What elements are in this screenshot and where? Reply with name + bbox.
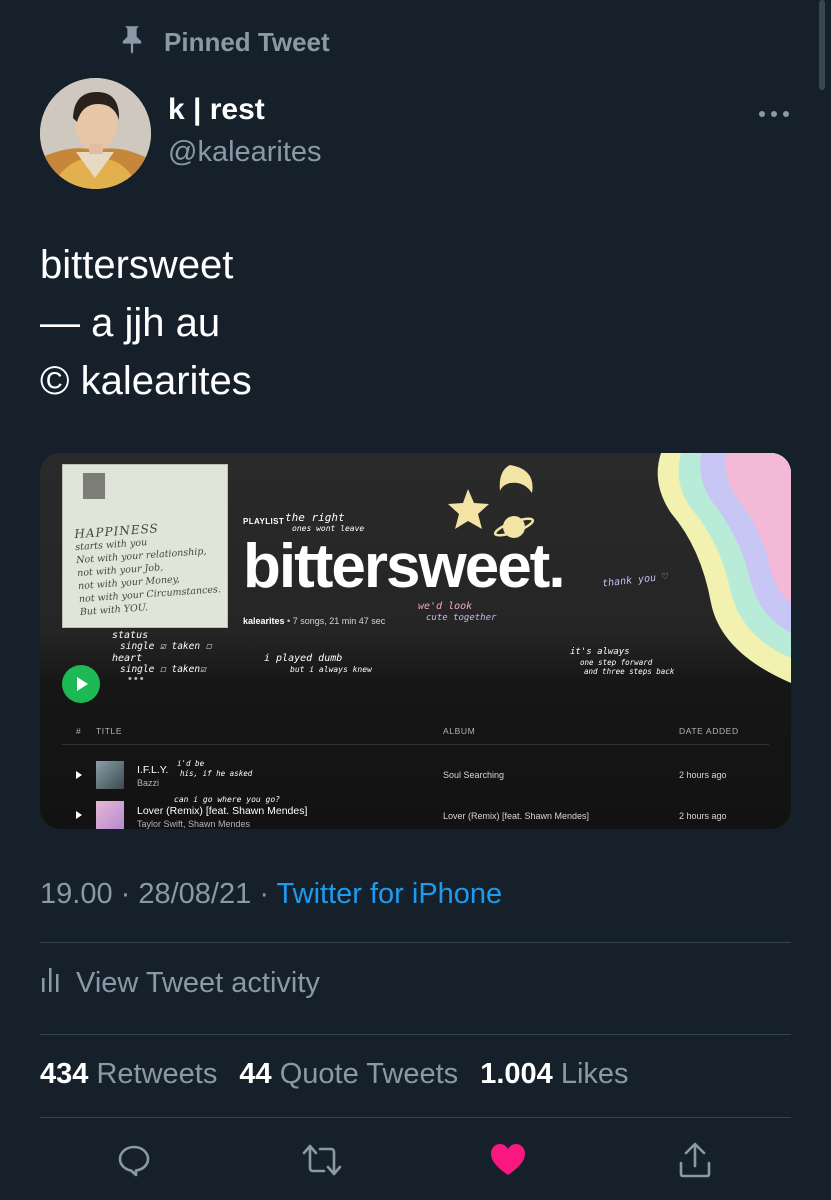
tweet-line: © kalearites [40, 359, 252, 403]
likes-label: Likes [560, 1058, 629, 1090]
more-icon[interactable] [754, 104, 794, 124]
playlist-meta: kalearites • 7 songs, 21 min 47 sec [243, 616, 385, 626]
retweets-label: Retweets [96, 1058, 218, 1090]
cover-photo [83, 473, 105, 499]
doodle-text: single ☑ taken ☐ [120, 641, 212, 652]
column-album[interactable]: ALBUM [443, 726, 475, 736]
share-icon[interactable] [675, 1140, 715, 1180]
action-bar [0, 1140, 831, 1188]
cover-note: HAPPINESS starts with you Not with your … [74, 518, 226, 619]
pin-icon [118, 24, 146, 61]
retweet-icon[interactable] [302, 1140, 342, 1180]
retweets-count: 434 [40, 1058, 89, 1090]
reply-icon[interactable] [114, 1140, 154, 1180]
divider [40, 1034, 791, 1035]
tweet-date[interactable]: 28/08/21 [138, 878, 251, 910]
quotes-count: 44 [239, 1058, 272, 1090]
doodle-text: i'd be [177, 759, 205, 768]
play-icon[interactable] [76, 771, 82, 779]
handle[interactable]: @kalearites [168, 136, 322, 169]
doodle-text: heart [112, 653, 143, 664]
like-icon[interactable] [488, 1140, 528, 1180]
play-button[interactable] [62, 665, 100, 703]
likes-stat[interactable]: 1.004 Likes [480, 1058, 628, 1090]
tweet-line: bittersweet [40, 243, 234, 287]
track-artist[interactable]: Taylor Swift, Shawn Mendes [137, 819, 250, 829]
more-options-icon[interactable]: ••• [128, 673, 146, 685]
playlist-label: PLAYLIST [243, 517, 285, 526]
column-date-added[interactable]: DATE ADDED [679, 726, 739, 736]
rainbow-decoration [657, 453, 791, 683]
likes-count: 1.004 [480, 1058, 553, 1090]
column-title[interactable]: TITLE [96, 726, 122, 736]
doodle-text: but i always knew [290, 665, 372, 674]
play-icon [77, 677, 88, 691]
playlist-cover: HAPPINESS starts with you Not with your … [62, 464, 228, 628]
track-title[interactable]: Lover (Remix) [feat. Shawn Mendes] [137, 805, 307, 817]
column-number: # [76, 726, 82, 736]
doodle-text: and three steps back [584, 667, 675, 676]
activity-label: View Tweet activity [76, 966, 320, 999]
header-divider [62, 744, 769, 745]
display-name[interactable]: k | rest [168, 93, 265, 127]
scrollbar[interactable] [819, 0, 825, 90]
track-thumbnail [96, 801, 124, 829]
track-date: 2 hours ago [679, 811, 727, 821]
tweet-text: bittersweet — a jjh au © kalearites [40, 236, 252, 410]
track-title[interactable]: I.F.L.Y. [137, 764, 168, 776]
doodle-text: status [112, 630, 149, 641]
retweets-stat[interactable]: 434 Retweets [40, 1058, 217, 1090]
playlist-title: bittersweet. [243, 532, 566, 601]
tweet-timestamp: 19.00 · 28/08/21 · Twitter for iPhone [40, 878, 502, 911]
doodle-text: one step forward [580, 658, 653, 667]
view-activity-link[interactable]: View Tweet activity [40, 966, 320, 1000]
divider [40, 942, 791, 943]
track-thumbnail [96, 761, 124, 789]
doodle-text: it's always [570, 647, 630, 657]
playlist-stats: • 7 songs, 21 min 47 sec [284, 616, 386, 626]
tweet-source-link[interactable]: Twitter for iPhone [277, 878, 503, 910]
tweet-time[interactable]: 19.00 [40, 878, 113, 910]
pinned-label: Pinned Tweet [164, 26, 330, 57]
separator: · [259, 878, 277, 910]
separator: · [120, 878, 139, 910]
avatar[interactable] [40, 78, 151, 189]
track-date: 2 hours ago [679, 770, 727, 780]
divider [40, 1117, 791, 1118]
play-icon[interactable] [76, 811, 82, 819]
engagement-stats: 434 Retweets 44 Quote Tweets 1.004 Likes [40, 1058, 643, 1091]
doodle-text: i played dumb [264, 653, 343, 664]
pinned-indicator: Pinned Tweet [118, 24, 330, 60]
activity-icon [40, 966, 62, 1000]
media-image[interactable]: HAPPINESS starts with you Not with your … [40, 453, 791, 829]
track-artist[interactable]: Bazzi [137, 778, 159, 788]
quotes-label: Quote Tweets [279, 1058, 459, 1090]
quotes-stat[interactable]: 44 Quote Tweets [239, 1058, 458, 1090]
doodle-text: can i go where you go? [174, 795, 280, 804]
doodle-text: his, if he asked [180, 769, 253, 778]
tweet-line: — a jjh au [40, 301, 221, 345]
playlist-owner: kalearites [243, 616, 285, 626]
doodle-text: we'd look [418, 601, 473, 612]
track-album[interactable]: Lover (Remix) [feat. Shawn Mendes] [443, 811, 589, 821]
doodle-text: cute together [426, 613, 497, 623]
doodle-text: the right [285, 511, 345, 524]
track-album[interactable]: Soul Searching [443, 770, 504, 780]
